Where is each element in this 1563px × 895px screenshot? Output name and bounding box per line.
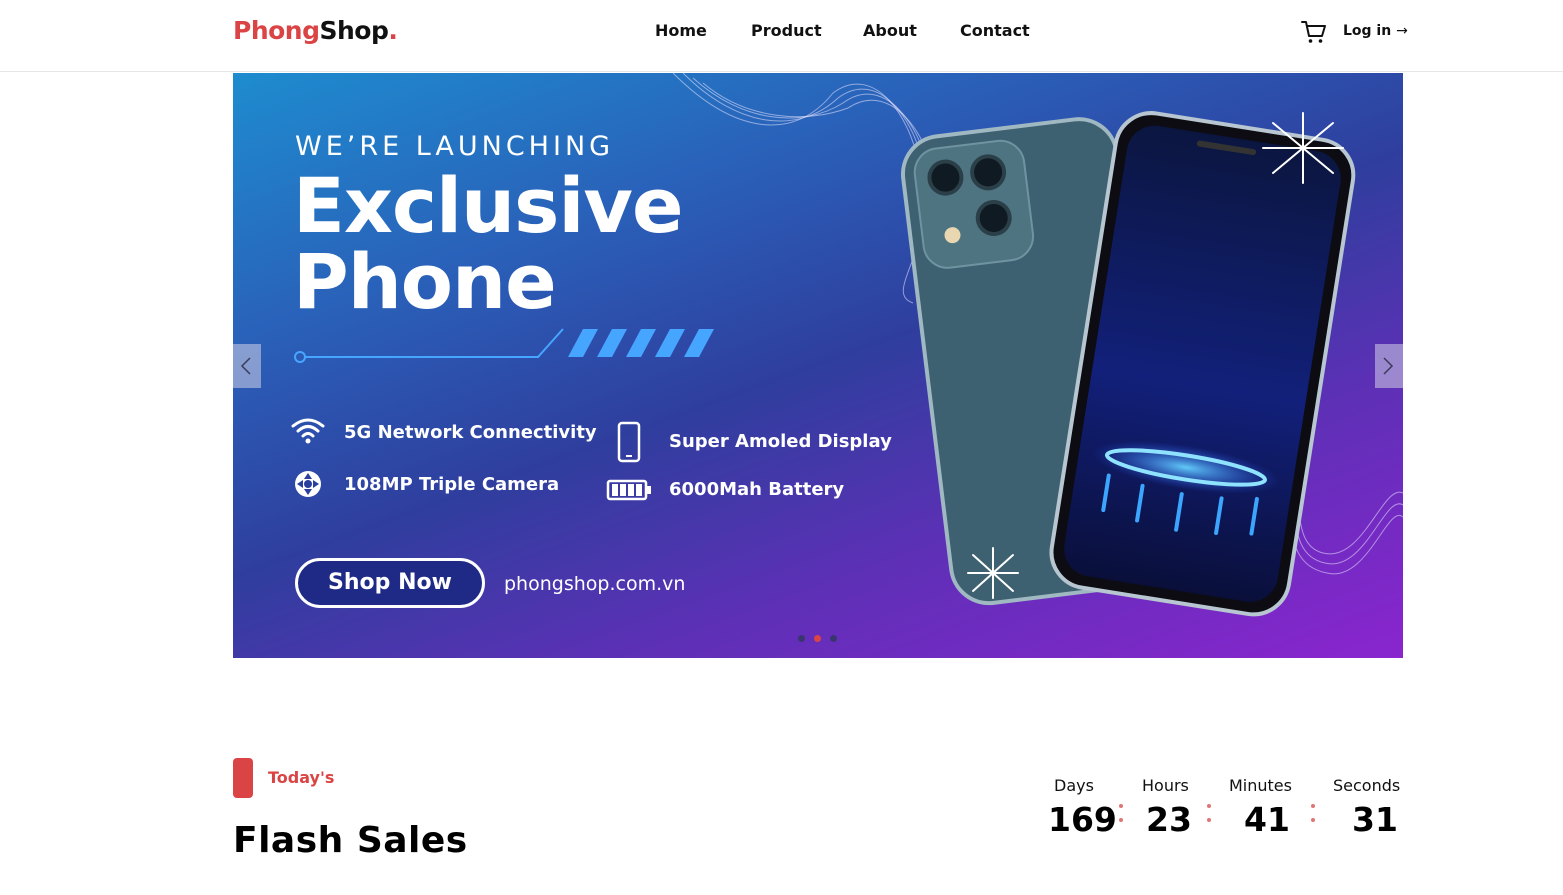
site-header: PhongShop. Home Product About Contact Lo… bbox=[0, 0, 1563, 72]
nav-item-product[interactable]: Product bbox=[751, 21, 822, 40]
brand-logo-part2: Shop bbox=[319, 16, 389, 45]
countdown-seconds-value: 31 bbox=[1352, 800, 1398, 839]
brand-logo-dot: . bbox=[388, 16, 398, 45]
carousel-dot-3[interactable] bbox=[830, 635, 837, 642]
hero-website: phongshop.com.vn bbox=[504, 573, 686, 595]
countdown-separator bbox=[1207, 802, 1211, 824]
brand-logo[interactable]: PhongShop. bbox=[233, 16, 398, 45]
countdown-hours-label: Hours bbox=[1142, 776, 1189, 795]
countdown-days-value: 169 bbox=[1048, 800, 1117, 839]
hero-title: Exclusive Phone bbox=[293, 161, 684, 326]
battery-icon bbox=[606, 479, 651, 515]
feature-5g: 5G Network Connectivity bbox=[344, 422, 597, 443]
chevron-right-icon bbox=[1383, 357, 1394, 375]
nav-item-contact[interactable]: Contact bbox=[960, 21, 1030, 40]
cart-icon[interactable] bbox=[1301, 20, 1327, 44]
hero-title-line1: Exclusive bbox=[293, 161, 684, 250]
section-tag: Today's bbox=[268, 768, 335, 787]
smartphone-icon bbox=[617, 421, 653, 463]
carousel-next-button[interactable] bbox=[1375, 344, 1403, 388]
nav-item-about[interactable]: About bbox=[863, 21, 917, 40]
login-label: Log in bbox=[1343, 23, 1392, 39]
feature-display: Super Amoled Display bbox=[669, 431, 892, 452]
camera-aperture-icon bbox=[293, 469, 329, 505]
arrow-right-icon: → bbox=[1396, 23, 1408, 39]
countdown-seconds-label: Seconds bbox=[1333, 776, 1401, 795]
feature-camera: 108MP Triple Camera bbox=[344, 474, 560, 495]
feature-battery: 6000Mah Battery bbox=[669, 479, 845, 500]
section-tag-marker bbox=[233, 758, 253, 798]
chevron-left-icon bbox=[240, 357, 251, 375]
carousel-dot-1[interactable] bbox=[798, 635, 805, 642]
countdown-hours-value: 23 bbox=[1146, 800, 1192, 839]
countdown-minutes-label: Minutes bbox=[1229, 776, 1292, 795]
countdown-separator bbox=[1311, 802, 1315, 824]
nav-item-home[interactable]: Home bbox=[655, 21, 707, 40]
shop-now-button[interactable]: Shop Now bbox=[295, 558, 485, 608]
countdown-days-label: Days bbox=[1054, 776, 1094, 795]
hero-title-line2: Phone bbox=[293, 237, 557, 326]
hero-kicker: WE’RE LAUNCHING bbox=[295, 131, 615, 162]
countdown-separator bbox=[1119, 802, 1123, 824]
carousel-dot-2[interactable] bbox=[814, 635, 821, 642]
carousel-prev-button[interactable] bbox=[233, 344, 261, 388]
wifi-icon bbox=[290, 416, 326, 452]
countdown-minutes-value: 41 bbox=[1244, 800, 1290, 839]
login-link[interactable]: Log in → bbox=[1343, 23, 1408, 39]
hero-banner: WE’RE LAUNCHING Exclusive Phone 5G Netwo… bbox=[233, 73, 1403, 658]
section-title: Flash Sales bbox=[233, 820, 468, 861]
brand-logo-part1: Phong bbox=[233, 16, 320, 45]
